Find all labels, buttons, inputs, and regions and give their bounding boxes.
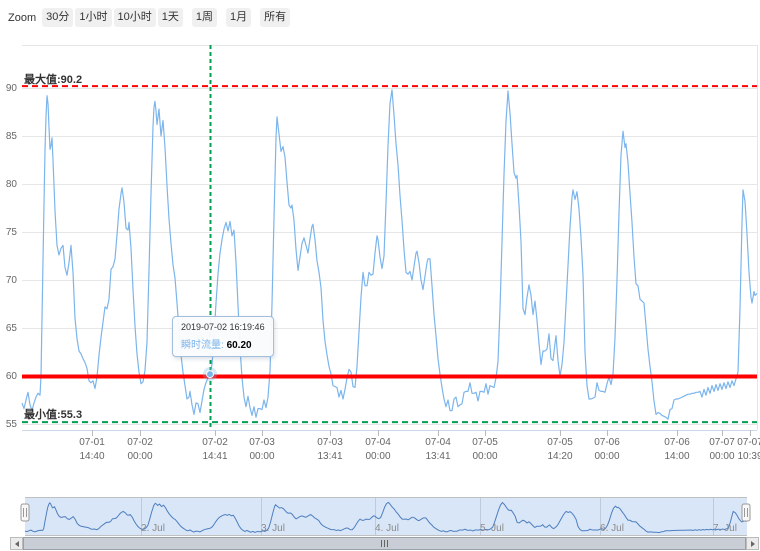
navigator-day-label: 3. Jul [261, 523, 285, 534]
navigator-handle-right[interactable] [742, 504, 750, 521]
min-plotline-label: 最小值:55.3 [24, 406, 82, 422]
x-axis-label-time: 13:41 [317, 451, 342, 462]
scrollbar-thumb[interactable] [23, 537, 746, 550]
y-axis-label: 55 [6, 419, 18, 430]
x-axis-label-date: 07-03 [249, 437, 275, 448]
hover-marker [207, 371, 214, 378]
tooltip-value-row: 瞬时流量: 60.20 [181, 336, 265, 351]
zoom-button-1week[interactable]: 1周 [192, 8, 217, 27]
y-axis-label: 90 [6, 83, 18, 94]
x-axis-label-time: 00:00 [709, 451, 734, 462]
y-axis-label: 80 [6, 179, 18, 190]
x-axis-label-date: 07-07 [709, 437, 735, 448]
x-axis-label-date: 07-06 [594, 437, 620, 448]
x-axis-label-time: 00:00 [472, 451, 497, 462]
navigator-day-label: 6. Jul [600, 523, 624, 534]
x-axis-label-date: 07-01 [79, 437, 105, 448]
tooltip: 2019-07-02 16:19:46 瞬时流量: 60.20 [172, 316, 274, 357]
tooltip-value: 60.20 [227, 340, 252, 351]
right-triangle-icon [751, 541, 755, 547]
x-axis-label-time: 14:41 [202, 451, 227, 462]
x-axis-label-time: 13:41 [425, 451, 450, 462]
y-axis-label: 85 [6, 131, 18, 142]
y-axis-label: 60 [6, 371, 18, 382]
zoom-label: Zoom [8, 12, 36, 24]
navigator-handle-left[interactable] [21, 504, 29, 521]
x-axis-label-time: 00:00 [594, 451, 619, 462]
y-axis-label: 70 [6, 275, 18, 286]
x-axis-label-date: 07-03 [317, 437, 343, 448]
navigator-day-label: 4. Jul [375, 523, 399, 534]
x-axis-label-time: 14:20 [547, 451, 572, 462]
tooltip-series-label: 瞬时流量: [181, 340, 224, 351]
x-axis-label-time: 00:00 [127, 451, 152, 462]
zoom-button-all[interactable]: 所有 [260, 8, 290, 27]
x-axis-label-date: 07-05 [472, 437, 498, 448]
x-axis-label-date: 07-02 [202, 437, 228, 448]
x-axis-label-date: 07-04 [425, 437, 451, 448]
navigator-day-label: 2. Jul [141, 523, 165, 534]
zoom-button-30min[interactable]: 30分 [42, 8, 73, 27]
x-axis-label-date: 07-04 [365, 437, 391, 448]
zoom-button-1hour[interactable]: 1小时 [75, 8, 111, 27]
zoom-toolbar: Zoom 30分 1小时 10小时 1天 1周 1月 所有 [8, 8, 292, 27]
x-axis-label-time: 14:00 [664, 451, 689, 462]
x-axis-label-date: 07-02 [127, 437, 153, 448]
zoom-button-10hour[interactable]: 10小时 [114, 8, 156, 27]
x-axis-label-time: 00:00 [249, 451, 274, 462]
x-axis-label-time: 10:39 [737, 451, 760, 462]
y-axis-label: 75 [6, 227, 18, 238]
x-axis-label-time: 14:40 [79, 451, 104, 462]
chart-canvas[interactable]: 556065707580859007-0114:4007-0200:0007-0… [0, 0, 760, 551]
x-axis-label-date: 07-06 [664, 437, 690, 448]
zoom-button-1day[interactable]: 1天 [158, 8, 183, 27]
y-axis-label: 65 [6, 323, 18, 334]
tooltip-datetime: 2019-07-02 16:19:46 [181, 322, 265, 332]
left-triangle-icon [15, 541, 19, 547]
x-axis-label-date: 07-05 [547, 437, 573, 448]
scrollbar-right-arrow[interactable] [746, 537, 759, 550]
x-axis-label-time: 00:00 [365, 451, 390, 462]
flow-chart-app: 556065707580859007-0114:4007-0200:0007-0… [0, 0, 760, 551]
navigator-day-label: 7. Jul [713, 523, 737, 534]
scrollbar-left-arrow[interactable] [10, 537, 23, 550]
x-axis-label-date: 07-07 [737, 437, 760, 448]
max-plotline-label: 最大值:90.2 [24, 71, 82, 87]
navigator-day-label: 5. Jul [480, 523, 504, 534]
zoom-button-1month[interactable]: 1月 [226, 8, 251, 27]
